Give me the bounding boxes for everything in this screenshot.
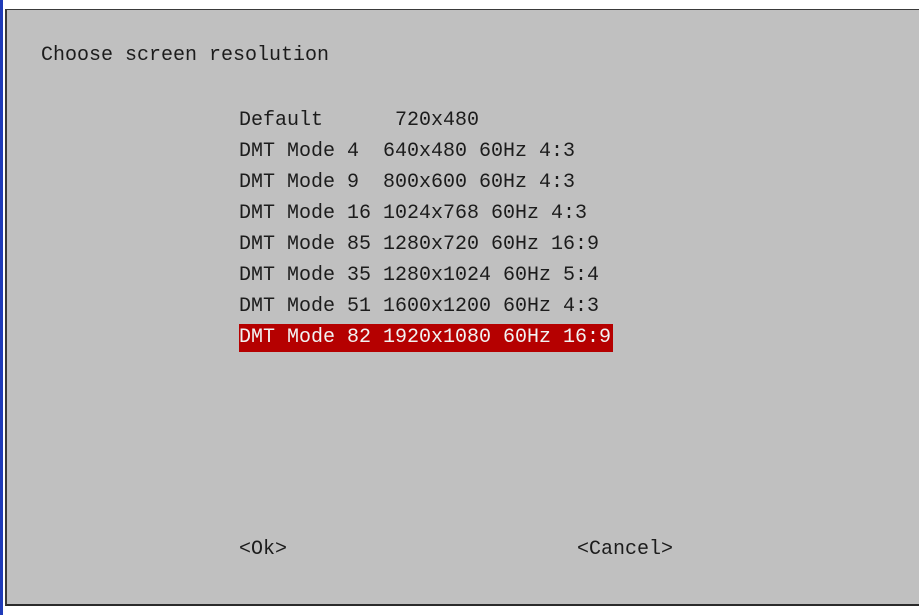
resolution-option-default[interactable]: Default 720x480	[239, 105, 613, 136]
resolution-option-label: DMT Mode 4 640x480 60Hz 4:3	[239, 140, 576, 163]
resolution-option-label: DMT Mode 16 1024x768 60Hz 4:3	[239, 202, 588, 225]
resolution-option-label: DMT Mode 51 1600x1200 60Hz 4:3	[239, 295, 600, 318]
ok-button[interactable]: <Ok>	[239, 537, 287, 563]
window-left-edge	[0, 0, 3, 615]
resolution-option-dmt-9[interactable]: DMT Mode 9 800x600 60Hz 4:3	[239, 167, 613, 198]
resolution-option-label: DMT Mode 82 1920x1080 60Hz 16:9	[239, 324, 614, 352]
cancel-button[interactable]: <Cancel>	[577, 537, 673, 563]
dialog-title: Choose screen resolution	[41, 44, 330, 67]
resolution-option-dmt-16[interactable]: DMT Mode 16 1024x768 60Hz 4:3	[239, 198, 613, 229]
resolution-option-dmt-85[interactable]: DMT Mode 85 1280x720 60Hz 16:9	[239, 229, 613, 260]
resolution-option-dmt-51[interactable]: DMT Mode 51 1600x1200 60Hz 4:3	[239, 291, 613, 322]
resolution-option-dmt-35[interactable]: DMT Mode 35 1280x1024 60Hz 5:4	[239, 260, 613, 291]
resolution-option-label: DMT Mode 85 1280x720 60Hz 16:9	[239, 233, 600, 256]
resolution-option-dmt-4[interactable]: DMT Mode 4 640x480 60Hz 4:3	[239, 136, 613, 167]
resolution-option-label: DMT Mode 9 800x600 60Hz 4:3	[239, 171, 576, 194]
resolution-option-label: Default 720x480	[239, 109, 480, 132]
resolution-option-label: DMT Mode 35 1280x1024 60Hz 5:4	[239, 264, 600, 287]
resolution-list: Default 720x480 DMT Mode 4 640x480 60Hz …	[239, 105, 614, 353]
resolution-dialog: Choose screen resolution Default 720x480…	[5, 9, 919, 606]
resolution-option-dmt-82[interactable]: DMT Mode 82 1920x1080 60Hz 16:9	[239, 322, 614, 353]
